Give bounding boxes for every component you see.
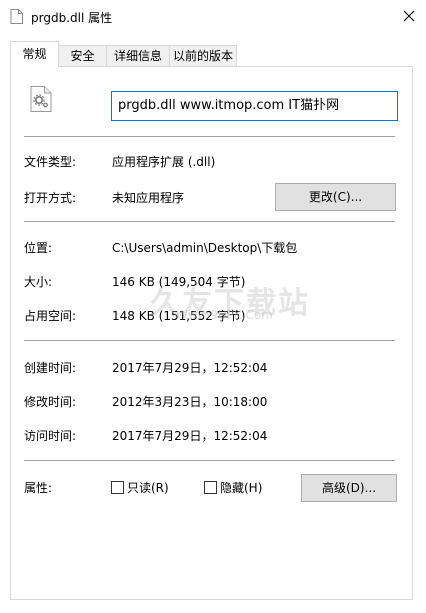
filename-input[interactable]: prgdb.dll www.itmop.com IT猫扑网	[111, 91, 398, 121]
separator	[24, 460, 395, 461]
checkbox-box	[204, 481, 217, 494]
created-value: 2017年7月29日，12:52:04	[112, 361, 268, 375]
disk-size-label: 占用空间:	[24, 309, 77, 323]
modified-value: 2012年3月23日，10:18:00	[112, 395, 268, 409]
separator	[24, 221, 395, 222]
advanced-button[interactable]: 高级(D)...	[301, 474, 397, 502]
separator	[24, 136, 395, 137]
gear-file-icon	[30, 86, 52, 112]
title-bar: prgdb.dll 属性	[0, 0, 426, 34]
change-button[interactable]: 更改(C)...	[275, 183, 396, 211]
general-panel	[10, 66, 413, 600]
window-title: prgdb.dll 属性	[31, 11, 113, 25]
file-icon	[10, 9, 23, 24]
separator	[24, 340, 395, 341]
tab-details[interactable]: 详细信息	[106, 45, 170, 66]
location-value: C:\Users\admin\Desktop\下载包	[112, 241, 298, 255]
attributes-label: 属性:	[24, 481, 53, 495]
close-icon	[403, 10, 415, 25]
type-label: 文件类型:	[24, 155, 77, 169]
accessed-label: 访问时间:	[24, 429, 77, 443]
tab-security[interactable]: 安全	[58, 45, 107, 66]
tab-previous-versions[interactable]: 以前的版本	[169, 45, 237, 66]
location-label: 位置:	[24, 241, 53, 255]
readonly-label: 只读(R)	[127, 481, 169, 495]
readonly-checkbox[interactable]: 只读(R)	[111, 481, 169, 495]
checkbox-box	[111, 481, 124, 494]
type-value: 应用程序扩展 (.dll)	[112, 155, 216, 169]
open-with-label: 打开方式:	[24, 191, 77, 205]
modified-label: 修改时间:	[24, 395, 77, 409]
accessed-value: 2017年7月29日，12:52:04	[112, 429, 268, 443]
open-with-value: 未知应用程序	[112, 191, 185, 205]
hidden-checkbox[interactable]: 隐藏(H)	[204, 481, 262, 495]
created-label: 创建时间:	[24, 361, 77, 375]
tab-general[interactable]: 常规	[10, 41, 59, 67]
watermark-url: Www.9UPK.Com	[176, 308, 273, 322]
size-label: 大小:	[24, 275, 53, 289]
hidden-label: 隐藏(H)	[220, 481, 263, 495]
close-button[interactable]	[392, 0, 426, 34]
